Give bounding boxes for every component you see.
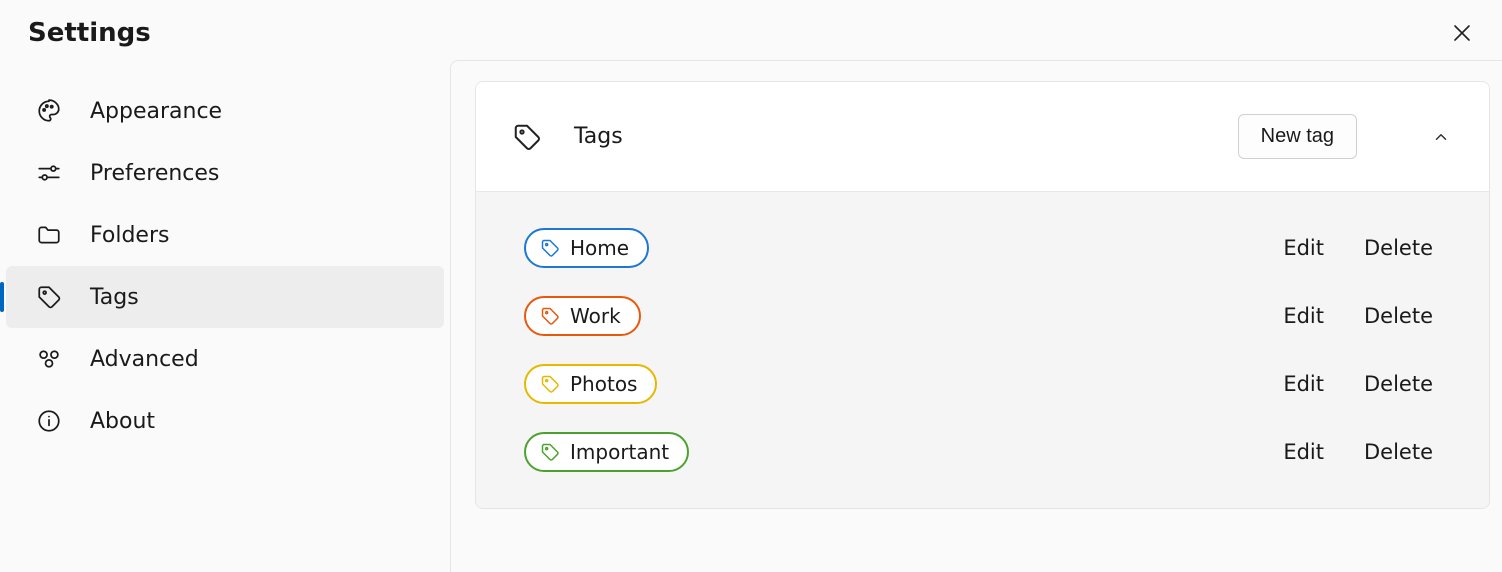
sidebar-item-label: Advanced	[90, 347, 199, 372]
sidebar-item-about[interactable]: About	[6, 390, 444, 452]
sidebar-item-preferences[interactable]: Preferences	[6, 142, 444, 204]
tag-icon	[540, 306, 560, 326]
sidebar-item-label: Preferences	[90, 161, 219, 186]
advanced-icon	[36, 346, 62, 372]
tag-label: Home	[570, 236, 629, 260]
tags-card-header: Tags New tag	[476, 82, 1489, 192]
tag-row: Photos Edit Delete	[500, 350, 1465, 418]
tag-label: Important	[570, 440, 669, 464]
new-tag-button[interactable]: New tag	[1238, 114, 1357, 159]
settings-sidebar: Appearance Preferences Folders	[0, 60, 450, 572]
tag-pill-photos[interactable]: Photos	[524, 364, 657, 404]
edit-button[interactable]: Edit	[1275, 368, 1332, 400]
sidebar-item-label: Appearance	[90, 99, 222, 124]
sliders-icon	[36, 160, 62, 186]
delete-button[interactable]: Delete	[1356, 436, 1441, 468]
sidebar-item-label: Folders	[90, 223, 169, 248]
edit-button[interactable]: Edit	[1275, 232, 1332, 264]
tags-card-title: Tags	[574, 124, 1206, 149]
tags-card: Tags New tag Home	[475, 81, 1490, 509]
tag-row: Work Edit Delete	[500, 282, 1465, 350]
tag-pill-important[interactable]: Important	[524, 432, 689, 472]
close-icon	[1452, 23, 1472, 43]
settings-header: Settings	[0, 0, 1502, 60]
sidebar-item-tags[interactable]: Tags	[6, 266, 444, 328]
close-button[interactable]	[1450, 21, 1474, 45]
edit-button[interactable]: Edit	[1275, 436, 1332, 468]
tag-list: Home Edit Delete Work	[476, 192, 1489, 508]
tag-label: Photos	[570, 372, 637, 396]
tag-row: Important Edit Delete	[500, 418, 1465, 486]
sidebar-item-appearance[interactable]: Appearance	[6, 80, 444, 142]
tag-label: Work	[570, 304, 621, 328]
chevron-up-icon	[1432, 128, 1450, 146]
delete-button[interactable]: Delete	[1356, 300, 1441, 332]
page-title: Settings	[28, 18, 151, 48]
folder-icon	[36, 222, 62, 248]
tag-pill-work[interactable]: Work	[524, 296, 641, 336]
sidebar-item-label: Tags	[90, 285, 139, 310]
sidebar-item-label: About	[90, 409, 155, 434]
tag-icon	[540, 374, 560, 394]
delete-button[interactable]: Delete	[1356, 232, 1441, 264]
tag-icon	[512, 122, 542, 152]
settings-content: Tags New tag Home	[450, 60, 1502, 572]
collapse-button[interactable]	[1429, 125, 1453, 149]
tag-row: Home Edit Delete	[500, 214, 1465, 282]
tag-pill-home[interactable]: Home	[524, 228, 649, 268]
edit-button[interactable]: Edit	[1275, 300, 1332, 332]
tag-icon	[540, 238, 560, 258]
info-icon	[36, 408, 62, 434]
palette-icon	[36, 98, 62, 124]
delete-button[interactable]: Delete	[1356, 368, 1441, 400]
sidebar-item-folders[interactable]: Folders	[6, 204, 444, 266]
tag-icon	[36, 284, 62, 310]
sidebar-item-advanced[interactable]: Advanced	[6, 328, 444, 390]
tag-icon	[540, 442, 560, 462]
